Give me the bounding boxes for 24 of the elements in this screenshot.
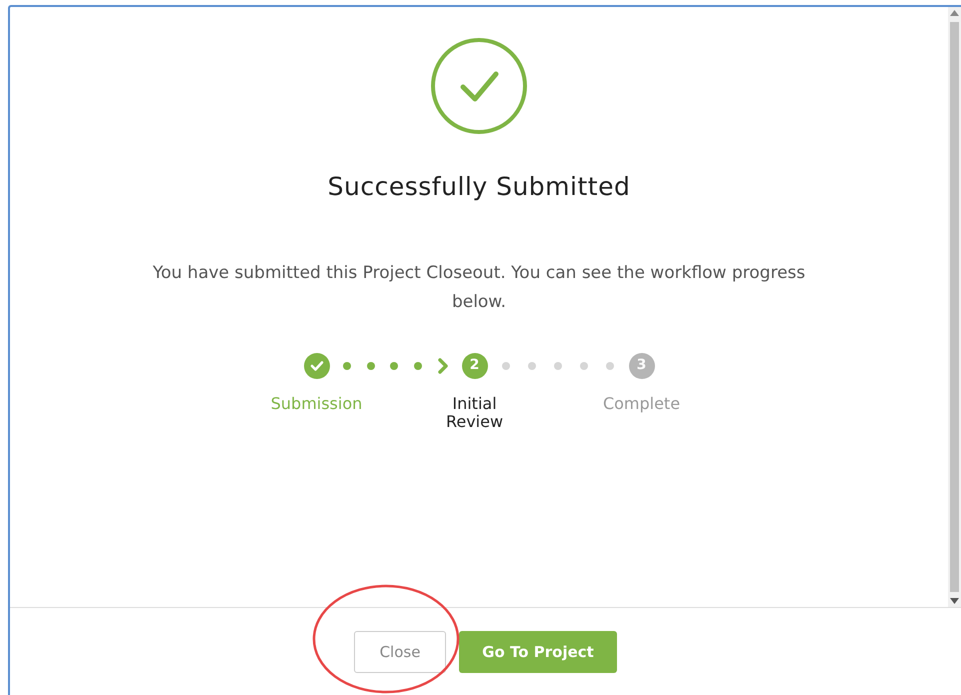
progress-dot bbox=[554, 362, 562, 370]
dialog-title: Successfully Submitted bbox=[328, 171, 630, 203]
progress-dot bbox=[366, 362, 375, 370]
progress-dot bbox=[414, 362, 422, 370]
progress-dot bbox=[580, 362, 588, 370]
step-number: 2 bbox=[462, 352, 488, 378]
progress-dot bbox=[528, 362, 536, 370]
scrollbar[interactable] bbox=[948, 7, 961, 607]
scroll-up-icon[interactable] bbox=[950, 10, 959, 16]
go-to-project-button[interactable]: Go To Project bbox=[459, 631, 617, 673]
progress-dot bbox=[606, 362, 614, 370]
scroll-thumb[interactable] bbox=[950, 22, 959, 592]
step-label: Complete bbox=[602, 394, 682, 412]
success-check-icon bbox=[430, 37, 528, 135]
chevron-icon bbox=[438, 358, 448, 374]
close-button[interactable]: Close bbox=[354, 631, 446, 673]
progress-dot bbox=[502, 362, 510, 370]
progress-dot bbox=[343, 362, 352, 370]
scroll-down-icon[interactable] bbox=[950, 598, 959, 604]
step-number: 3 bbox=[628, 352, 654, 378]
step-label: Initial Review bbox=[444, 394, 504, 430]
progress-dot bbox=[390, 362, 398, 370]
message-text: You have submitted this Project Closeout. You can see the workflow progress below. bbox=[152, 262, 806, 314]
step-label: Submission bbox=[270, 394, 364, 412]
